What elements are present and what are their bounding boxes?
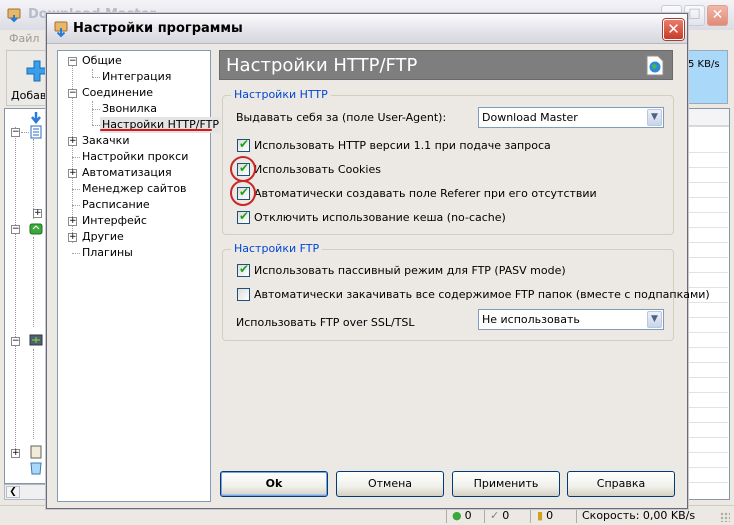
checkbox-no-cache[interactable]: ✔ Отключить использование кеша (no-cache…: [237, 209, 506, 225]
tree-collapse-icon[interactable]: −: [11, 337, 20, 346]
status-completed: ✓ 0: [490, 509, 510, 522]
tree-expand-icon[interactable]: +: [33, 209, 42, 218]
checkbox-referer[interactable]: ✔ Автоматически создавать поле Referer п…: [237, 185, 597, 201]
tree-collapse-icon[interactable]: −: [11, 128, 20, 137]
download-list[interactable]: [686, 108, 730, 500]
annotation-circle-cookies: [230, 156, 256, 182]
ftp-ssl-label: Использовать FTP over SSL/TSL: [236, 316, 415, 329]
tree-collapse-icon[interactable]: −: [11, 225, 20, 234]
apply-button[interactable]: Применить: [452, 471, 560, 497]
checkbox-pasv[interactable]: ✔ Использовать пассивный режим для FTP (…: [237, 262, 566, 278]
green-leaf-icon: ●: [452, 509, 462, 522]
selection-underline-annotation: [100, 129, 212, 131]
chevron-down-icon[interactable]: ▼: [647, 311, 662, 328]
settings-dialog: Настройки программы ✕ − Общие Интеграция…: [46, 13, 710, 509]
scroll-left-button[interactable]: ❮: [6, 486, 20, 498]
checkmark-icon: ✔: [239, 136, 250, 151]
checkbox-referer-label: Автоматически создавать поле Referer при…: [254, 186, 597, 200]
ftp-settings-group: Настройки FTP ✔ Использовать пассивный р…: [222, 242, 710, 341]
tree-expand-icon[interactable]: +: [11, 449, 20, 458]
ftp-ssl-select[interactable]: Не использовать ▼: [478, 309, 664, 330]
panel-header: Настройки HTTP/FTP: [219, 50, 673, 80]
help-button[interactable]: Справка: [567, 471, 675, 497]
checkbox-recursive-ftp-label: Автоматически закачивать все содержимое …: [254, 287, 710, 301]
nav-expand-icon[interactable]: +: [68, 233, 77, 242]
nav-item-interface[interactable]: Интерфейс: [82, 213, 147, 229]
checkmark-icon: ✓: [490, 509, 500, 522]
close-icon: ✕: [711, 7, 724, 23]
panel-title: Настройки HTTP/FTP: [226, 55, 418, 76]
checkbox-http11-box[interactable]: ✔: [237, 136, 250, 152]
checkbox-cookies-label: Использовать Cookies: [254, 162, 381, 176]
category-tree[interactable]: − + − − +: [4, 108, 50, 484]
checkbox-pasv-label: Использовать пассивный режим для FTP (PA…: [254, 263, 566, 277]
user-agent-select[interactable]: Download Master ▼: [478, 107, 664, 128]
nav-expand-icon[interactable]: +: [68, 137, 77, 146]
checkbox-http11-label: Использовать HTTP версии 1.1 при подаче …: [254, 138, 551, 152]
checkbox-http11[interactable]: ✔ Использовать HTTP версии 1.1 при подач…: [237, 137, 551, 153]
sd-card-icon: [30, 445, 42, 459]
ftp-group-legend: Настройки FTP: [231, 242, 323, 255]
user-agent-value: Download Master: [482, 111, 578, 124]
http-group-legend: Настройки HTTP: [231, 88, 331, 101]
nav-item-automation[interactable]: Автоматизация: [82, 165, 172, 181]
cancel-button[interactable]: Отмена: [336, 471, 444, 497]
ftp-ssl-value: Не использовать: [482, 313, 580, 326]
user-agent-label: Выдавать себя за (поле User-Agent):: [236, 111, 447, 124]
checkbox-no-cache-box[interactable]: ✔: [237, 208, 250, 224]
download-list-header: [687, 109, 729, 127]
speed-graph: 5 KB/s: [684, 50, 728, 104]
download-arrow-icon: [31, 112, 41, 125]
nav-item-plugins[interactable]: Плагины: [82, 245, 133, 261]
pause-icon: ▮: [537, 509, 544, 522]
resize-grip[interactable]: [720, 512, 730, 522]
status-paused: ▮ 0: [537, 509, 554, 522]
ok-button[interactable]: Ok: [220, 471, 328, 497]
nav-item-proxy[interactable]: Настройки прокси: [82, 149, 188, 165]
nav-expand-icon[interactable]: +: [68, 217, 77, 226]
app-icon: [7, 8, 21, 23]
checkbox-cookies[interactable]: ✔ Использовать Cookies: [237, 161, 381, 177]
nav-item-schedule[interactable]: Расписание: [82, 197, 150, 213]
chevron-down-icon[interactable]: ▼: [647, 109, 662, 126]
nav-item-downloads[interactable]: Закачки: [82, 133, 129, 149]
tree-horizontal-scrollbar[interactable]: ❮: [4, 484, 50, 500]
settings-nav-tree: − Общие Интеграция − Соединение Звонилка…: [57, 50, 221, 502]
checkbox-recursive-ftp-box[interactable]: [237, 287, 250, 301]
nav-collapse-icon[interactable]: −: [68, 57, 77, 66]
dialog-close-button[interactable]: ✕: [663, 19, 684, 40]
completed-folder-icon: [29, 223, 43, 235]
nav-item-other[interactable]: Другие: [82, 229, 124, 245]
scheduler-icon: [29, 334, 43, 346]
nav-item-integration[interactable]: Интеграция: [102, 69, 171, 85]
menu-file[interactable]: Файл: [9, 32, 39, 45]
main-close-button[interactable]: ✕: [707, 5, 728, 26]
app-icon: [54, 21, 68, 38]
dialog-title: Настройки программы: [73, 21, 243, 36]
checkbox-recursive-ftp[interactable]: Автоматически закачивать все содержимое …: [237, 286, 710, 302]
nav-expand-icon[interactable]: +: [68, 169, 77, 178]
nav-collapse-icon[interactable]: −: [68, 89, 77, 98]
status-speed: Скорость: 0,00 KB/s: [582, 509, 696, 522]
status-downloading: ● 0: [452, 509, 472, 522]
http-settings-group: Настройки HTTP Выдавать себя за (поле Us…: [222, 88, 674, 235]
close-icon: ✕: [667, 20, 680, 38]
nav-item-site-manager[interactable]: Менеджер сайтов: [82, 181, 187, 197]
checkmark-icon: ✔: [239, 208, 250, 223]
all-downloads-icon: [30, 125, 42, 139]
nav-item-general[interactable]: Общие: [82, 53, 122, 69]
annotation-circle-referer: [230, 180, 256, 206]
checkbox-pasv-box[interactable]: ✔: [237, 261, 250, 277]
speed-graph-label: 5 KB/s: [688, 59, 720, 70]
checkmark-icon: ✔: [239, 261, 250, 276]
checkbox-no-cache-label: Отключить использование кеша (no-cache): [254, 210, 506, 224]
trash-icon: [30, 462, 42, 475]
dialog-titlebar[interactable]: Настройки программы ✕: [47, 14, 687, 44]
globe-document-icon: [646, 55, 664, 76]
nav-item-connection[interactable]: Соединение: [82, 85, 153, 101]
nav-item-dialer[interactable]: Звонилка: [102, 101, 157, 117]
